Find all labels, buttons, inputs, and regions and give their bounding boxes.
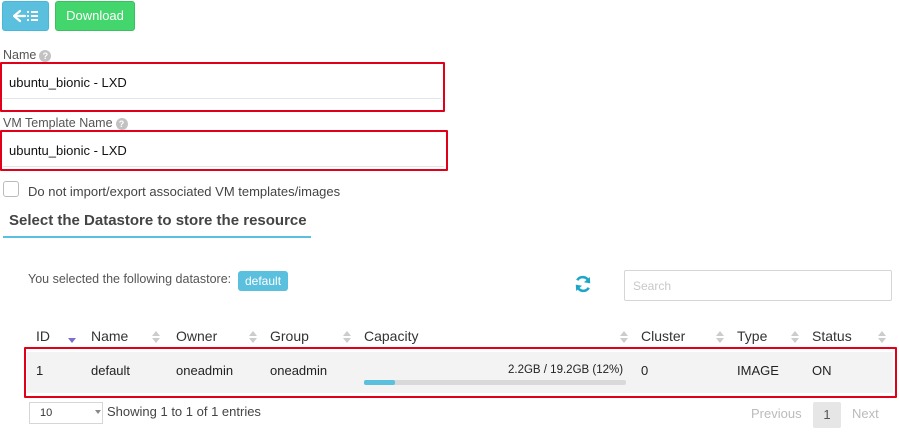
name-label: Name [3, 48, 37, 62]
cell-name: default [91, 363, 131, 378]
next-page-button[interactable]: Next [852, 406, 879, 421]
cell-id: 1 [36, 363, 44, 378]
column-header-name[interactable]: Name [91, 328, 128, 346]
question-circle-icon[interactable]: ? [39, 49, 52, 62]
capacity-progress-fill [364, 380, 396, 385]
sort-both-icon[interactable] [620, 330, 628, 344]
no-import-checkbox[interactable] [3, 181, 19, 197]
cell-group: oneadmin [270, 363, 328, 378]
column-header-id[interactable]: ID [36, 328, 50, 346]
question-circle-icon[interactable]: ? [115, 117, 128, 130]
column-header-cluster[interactable]: Cluster [641, 328, 685, 346]
column-header-type[interactable]: Type [737, 328, 767, 346]
table-info: Showing 1 to 1 of 1 entries [107, 404, 261, 419]
template-name-label: VM Template Name [3, 116, 113, 130]
cell-cluster: 0 [641, 363, 649, 378]
name-label-row: Name? [3, 48, 52, 62]
back-to-list-button[interactable] [2, 1, 49, 31]
sort-both-icon[interactable] [791, 330, 799, 344]
selected-datastore-badge: default [238, 271, 289, 291]
refresh-icon[interactable] [573, 274, 593, 294]
capacity-progress-bar [364, 380, 626, 385]
name-input[interactable]: ubuntu_bionic - LXD [3, 67, 441, 99]
name-value: ubuntu_bionic - LXD [9, 75, 127, 90]
previous-page-button[interactable]: Previous [751, 406, 802, 421]
sort-both-icon[interactable] [249, 330, 257, 344]
cell-owner: oneadmin [176, 363, 234, 378]
sort-both-icon[interactable] [878, 330, 886, 344]
column-header-group[interactable]: Group [270, 328, 309, 346]
no-import-checkbox-label[interactable]: Do not import/export associated VM templ… [28, 184, 340, 199]
cell-status: ON [812, 363, 832, 378]
search-input[interactable] [624, 270, 892, 301]
template-name-input[interactable]: ubuntu_bionic - LXD [3, 135, 444, 167]
selected-datastore-text: You selected the following datastore: [28, 272, 232, 286]
page-1-button[interactable]: 1 [813, 402, 841, 428]
sort-desc-icon[interactable] [68, 330, 76, 344]
sort-both-icon[interactable] [343, 330, 351, 344]
sort-both-icon[interactable] [716, 330, 724, 344]
sort-both-icon[interactable] [152, 330, 160, 344]
datastore-section-title: Select the Datastore to store the resour… [3, 210, 311, 238]
template-label-row: VM Template Name? [3, 116, 128, 130]
column-header-owner[interactable]: Owner [176, 328, 217, 346]
page-length-value: 10 [40, 407, 53, 419]
column-header-status[interactable]: Status [812, 328, 852, 346]
cell-type: IMAGE [737, 363, 779, 378]
page-length-select[interactable]: 10 [29, 402, 103, 424]
column-header-capacity[interactable]: Capacity [364, 328, 418, 346]
template-name-value: ubuntu_bionic - LXD [9, 143, 127, 158]
cell-capacity-text: 2.2GB / 19.2GB (12%) [508, 364, 624, 376]
arrow-left-list-icon [12, 9, 39, 23]
download-button[interactable]: Download [55, 1, 135, 31]
